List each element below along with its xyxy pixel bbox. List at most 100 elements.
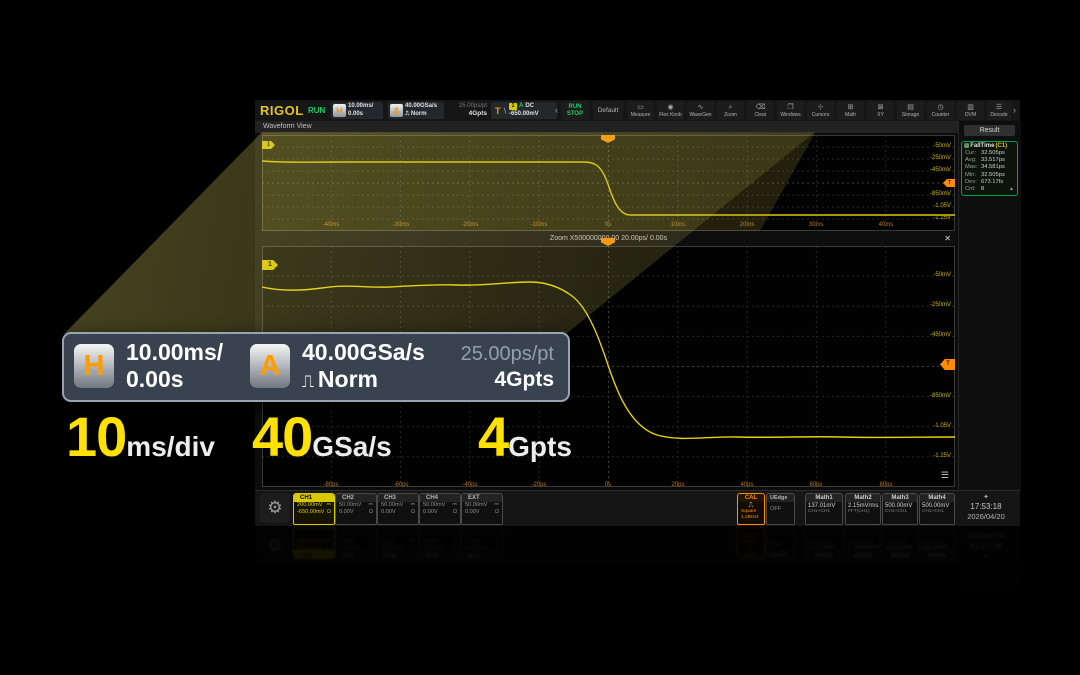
acquire-mode: Norm	[411, 111, 427, 117]
measure-button[interactable]: ▭ Measure	[627, 101, 654, 120]
main-tlabel: -30ms	[381, 222, 421, 229]
decode-button[interactable]: ☰ Decode	[987, 101, 1011, 120]
measure-label: Measure	[631, 112, 650, 118]
zoom-tlabel: -20ps	[519, 482, 559, 487]
zoom-trigger-position-marker[interactable]	[601, 238, 615, 246]
square-wave-icon: ⎍	[738, 502, 764, 509]
settings-gear-button[interactable]: ⚙	[260, 493, 290, 523]
ch3-name: CH3	[378, 494, 418, 502]
callout-timebase-offset: 0.00s	[126, 366, 184, 393]
trigger-icon: T	[495, 106, 501, 116]
zoom-tlabel: 80ps	[866, 482, 906, 487]
acquisition-settings-box[interactable]: A 40.00GSa/s ⎍ Norm	[388, 102, 444, 119]
clock-area[interactable]: ✦ 17:53:18 2026/04/20	[955, 494, 1017, 521]
channel-tab-ch1[interactable]: CH1 200.00mV⎓ -650.00mVΩ	[293, 493, 335, 525]
ch2-name: CH2	[336, 494, 376, 502]
grid-menu-icon[interactable]: ☰	[941, 470, 949, 481]
cal-tab[interactable]: CAL ⎍ Square 1.25kHz	[737, 493, 765, 525]
zoom-tlabel: 0s	[588, 482, 628, 487]
stat-key: Avg:	[965, 157, 981, 164]
measurement-card[interactable]: ▨ FallTime (C1) Cur:32.505ps Avg:33.517p…	[961, 141, 1018, 196]
main-vlabel: -850mV	[911, 191, 951, 198]
trigger-level: -650.00mV	[509, 111, 539, 119]
flex-knob-icon: ◉	[667, 104, 673, 112]
math4-tab[interactable]: Math4 500.00mV CH1+CH1	[919, 493, 955, 525]
math2-name: Math2	[846, 494, 880, 502]
dc-coupling-icon: ⎓	[411, 502, 415, 509]
ch1-scale: 200.00mV	[297, 502, 323, 509]
toolbar: RIGOL RUN H 10.00ms/ 0.00s A 40.00GSa/s …	[255, 100, 1020, 122]
cal-name: CAL	[738, 494, 764, 502]
clear-button[interactable]: ⌫ Clear	[747, 101, 774, 120]
result-sidebar: Result ▨ FallTime (C1) Cur:32.505ps Avg:…	[958, 121, 1021, 490]
impedance-icon: Ω	[369, 509, 373, 516]
main-tlabel: 20ms	[727, 222, 767, 229]
memory-depth: 4Gpts	[447, 110, 487, 118]
decode-label: Decode	[990, 112, 1007, 118]
xy-button[interactable]: ⊠ XY	[867, 101, 894, 120]
storage-button[interactable]: ▤ Storage	[897, 101, 924, 120]
measurement-name: FallTime	[970, 143, 994, 149]
close-icon[interactable]: ✕	[944, 234, 951, 243]
math3-tab[interactable]: Math3 500.00mV CH1+CH1	[882, 493, 918, 525]
more-chevron-icon[interactable]: ›	[1013, 105, 1016, 115]
math-button[interactable]: ⊞ Math	[837, 101, 864, 120]
dvm-button[interactable]: ▥ DVM	[957, 101, 984, 120]
zoom-button[interactable]: ⌕ Zoom	[717, 101, 744, 120]
uedge-value: OFF	[767, 502, 794, 513]
main-vlabel: -50mV	[911, 143, 951, 150]
channel-tab-ch2[interactable]: CH2 50.00mV⎓ 0.00VΩ	[335, 493, 377, 525]
windows-button[interactable]: ❐ Windows	[777, 101, 804, 120]
tab-waveform-view[interactable]: Waveform View	[263, 123, 312, 130]
math4-value: 500.00mV	[920, 502, 954, 509]
dc-coupling-icon: ⎓	[369, 502, 373, 509]
default-button[interactable]: Default	[593, 101, 623, 120]
collapse-chevron-icon[interactable]: ‹	[555, 105, 558, 115]
main-grid-plot	[262, 135, 955, 231]
callout-memory-depth: 4Gpts	[461, 367, 554, 393]
acquire-icon: A	[390, 104, 403, 117]
math1-expr: CH1+CH1	[806, 509, 842, 514]
zoom-tlabel: 20ps	[658, 482, 698, 487]
cursors-label: Cursors	[812, 112, 830, 118]
stat-value: 33.517ps	[981, 157, 1005, 164]
main-tlabel: -20ms	[450, 222, 490, 229]
counter-button[interactable]: ◷ Counter	[927, 101, 954, 120]
math2-tab[interactable]: Math2 2.15mVrms FFT(CH1)	[845, 493, 881, 525]
main-vlabel: -1.05V	[911, 203, 951, 210]
wavegen-button[interactable]: ∿ WaveGen	[687, 101, 714, 120]
wavegen-label: WaveGen	[689, 112, 711, 118]
cursors-button[interactable]: ⊹ Cursors	[807, 101, 834, 120]
impedance-icon: Ω	[327, 509, 331, 516]
clock-icon: ✦	[955, 494, 1017, 502]
clear-icon: ⌫	[756, 104, 766, 112]
highlight-timebase: 10 ms/div	[66, 404, 215, 469]
stat-key: Max:	[965, 164, 981, 171]
callout-sample-rate: 40.00GSa/s	[302, 339, 425, 366]
main-vlabel: -450mV	[911, 167, 951, 174]
math-icon: ⊞	[848, 104, 854, 112]
channel-tab-ext[interactable]: EXT 50.00mV⎓ 0.00VΩ	[461, 493, 503, 525]
flex-knob-button[interactable]: ◉ Flex Knob	[657, 101, 684, 120]
pulse-icon: ⎍	[405, 111, 409, 117]
zoom-vlabel: -1.05V	[911, 423, 951, 430]
horizontal-settings-box[interactable]: H 10.00ms/ 0.00s	[331, 102, 383, 119]
main-waveform-window[interactable]: 1 -50mV -250mV -450mV T -850mV -1.05V -1…	[262, 135, 955, 231]
trigger-settings-box[interactable]: T ∖ 1 A DC -650.00mV	[491, 102, 557, 119]
xy-icon: ⊠	[878, 104, 884, 112]
math1-tab[interactable]: Math1 137.01mV CH1+CH1	[805, 493, 843, 525]
zoom-vlabel: -1.25V	[911, 453, 951, 460]
dvm-label: DVM	[965, 112, 976, 118]
zoom-window-header[interactable]: Zoom X500000000.00 20.00ps/ 0.00s ✕	[262, 231, 955, 246]
xy-label: XY	[877, 112, 884, 118]
run-stop-button[interactable]: RUN STOP	[561, 101, 589, 120]
horizontal-icon: H	[74, 344, 114, 388]
channel-tab-ch3[interactable]: CH3 50.00mV⎓ 0.00VΩ	[377, 493, 419, 525]
main-tlabel: 40ms	[866, 222, 906, 229]
channel-tab-ch4[interactable]: CH4 50.00mV⎓ 0.00VΩ	[419, 493, 461, 525]
main-tlabel: -40ms	[311, 222, 351, 229]
highlight-number: 40	[252, 404, 312, 469]
highlight-unit: Gpts	[508, 431, 572, 463]
clear-label: Clear	[755, 112, 767, 118]
uedge-tab[interactable]: UEdge OFF	[766, 493, 795, 525]
